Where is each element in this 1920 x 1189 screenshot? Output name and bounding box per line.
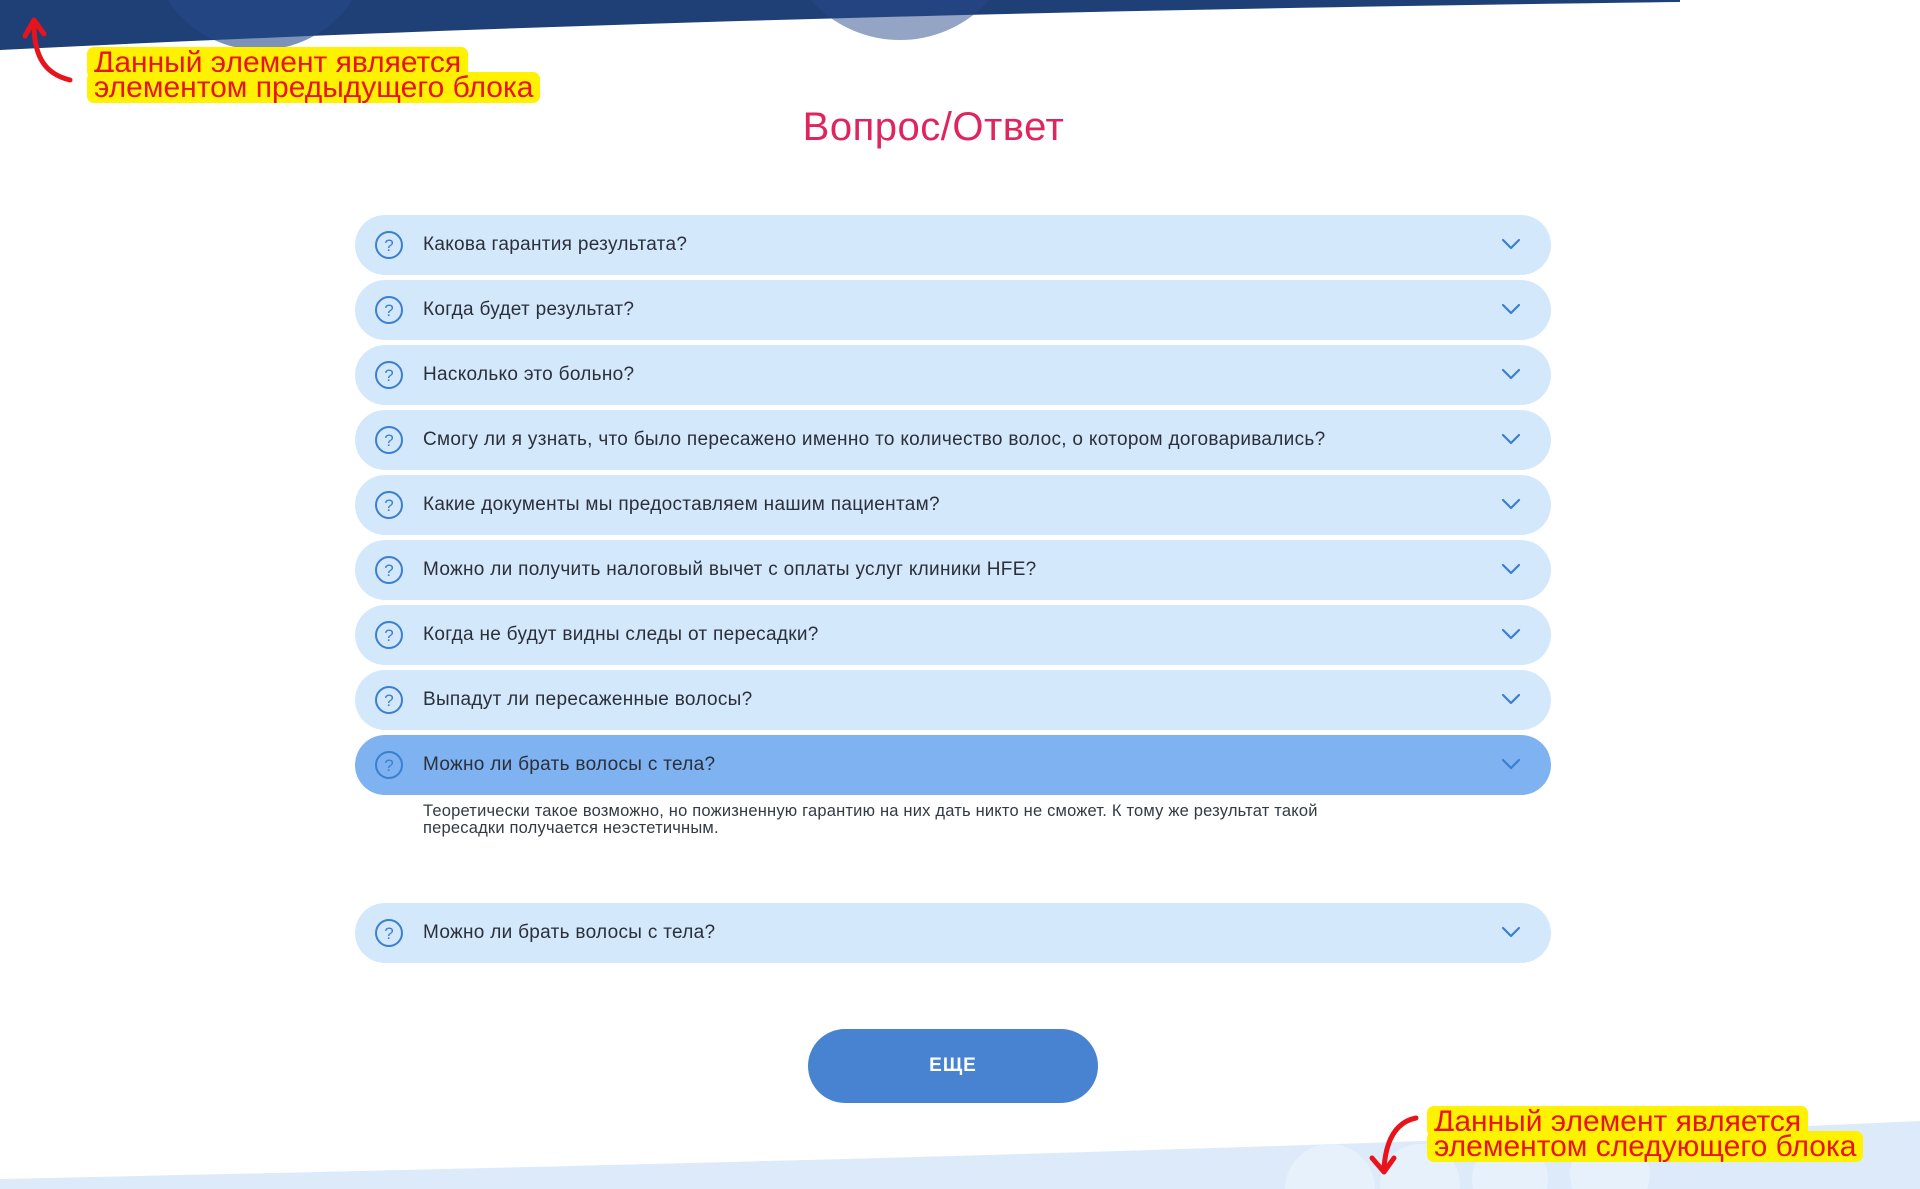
svg-text:?: ? <box>384 924 393 943</box>
chevron-down-icon <box>1501 238 1521 250</box>
svg-text:?: ? <box>384 691 393 710</box>
question-circle-icon: ? <box>375 296 403 324</box>
svg-text:?: ? <box>384 366 393 385</box>
faq-item[interactable]: ? Когда не будут видны следы от пересадк… <box>355 605 1551 665</box>
curved-arrow-icon <box>1369 1115 1419 1175</box>
svg-text:?: ? <box>384 626 393 645</box>
faq-answer-line: Теоретически такое возможно, но пожизнен… <box>423 802 1318 820</box>
svg-text:?: ? <box>384 431 393 450</box>
curved-arrow-icon <box>22 17 73 83</box>
faq-item-expanded[interactable]: ? Можно ли брать волосы с тела? <box>355 735 1551 795</box>
faq-item[interactable]: ? Какова гарантия результата? <box>355 215 1551 275</box>
faq-question: Насколько это больно? <box>423 364 635 385</box>
faq-question: Смогу ли я узнать, что было пересажено и… <box>423 429 1326 450</box>
annotation-line: элементом предыдущего блока <box>90 73 538 103</box>
question-circle-icon: ? <box>375 686 403 714</box>
faq-question: Какова гарантия результата? <box>423 234 688 255</box>
faq-question: Можно ли получить налоговый вычет с опла… <box>423 559 1037 580</box>
annotation-previous-block: Данный элемент является элементом предыд… <box>90 48 538 103</box>
faq-item[interactable]: ? Насколько это больно? <box>355 345 1551 405</box>
question-circle-icon: ? <box>375 621 403 649</box>
annotation-next-block: Данный элемент является элементом следую… <box>1430 1107 1861 1162</box>
svg-text:?: ? <box>384 756 393 775</box>
faq-item[interactable]: ? Какие документы мы предоставляем нашим… <box>355 475 1551 535</box>
svg-text:?: ? <box>384 561 393 580</box>
chevron-down-icon <box>1501 693 1521 705</box>
section-title: Вопрос/Ответ <box>802 105 1065 149</box>
faq-item[interactable]: ? Выпадут ли пересаженные волосы? <box>355 670 1551 730</box>
faq-answer: Теоретически такое возможно, но пожизнен… <box>423 803 1453 903</box>
question-circle-icon: ? <box>375 491 403 519</box>
faq-list: ? Какова гарантия результата? ? Когда бу… <box>355 215 1551 968</box>
chevron-down-icon <box>1501 433 1521 445</box>
chevron-down-icon <box>1501 498 1521 510</box>
faq-answer-line: пересадки получается неэстетичным. <box>423 819 719 837</box>
svg-text:?: ? <box>384 496 393 515</box>
question-circle-icon: ? <box>375 556 403 584</box>
question-circle-icon: ? <box>375 751 403 779</box>
chevron-down-icon <box>1501 368 1521 380</box>
faq-item[interactable]: ? Можно ли получить налоговый вычет с оп… <box>355 540 1551 600</box>
question-circle-icon: ? <box>375 919 403 947</box>
faq-question: Когда будет результат? <box>423 299 635 320</box>
chevron-down-icon <box>1501 303 1521 315</box>
chevron-down-icon <box>1501 628 1521 640</box>
chevron-down-icon <box>1501 563 1521 575</box>
faq-question: Можно ли брать волосы с тела? <box>423 754 716 775</box>
chevron-down-icon <box>1501 926 1521 938</box>
question-circle-icon: ? <box>375 361 403 389</box>
annotation-line: элементом следующего блока <box>1430 1132 1861 1162</box>
faq-question: Выпадут ли пересаженные волосы? <box>423 689 753 710</box>
faq-question: Можно ли брать волосы с тела? <box>423 922 716 943</box>
faq-question: Какие документы мы предоставляем нашим п… <box>423 494 940 515</box>
more-button[interactable]: ЕЩЕ <box>808 1029 1098 1103</box>
question-circle-icon: ? <box>375 231 403 259</box>
faq-item[interactable]: ? Смогу ли я узнать, что было пересажено… <box>355 410 1551 470</box>
svg-text:?: ? <box>384 236 393 255</box>
chevron-down-icon <box>1501 758 1521 770</box>
faq-item[interactable]: ? Можно ли брать волосы с тела? <box>355 903 1551 963</box>
question-circle-icon: ? <box>375 426 403 454</box>
faq-question: Когда не будут видны следы от пересадки? <box>423 624 819 645</box>
faq-item[interactable]: ? Когда будет результат? <box>355 280 1551 340</box>
svg-text:?: ? <box>384 301 393 320</box>
